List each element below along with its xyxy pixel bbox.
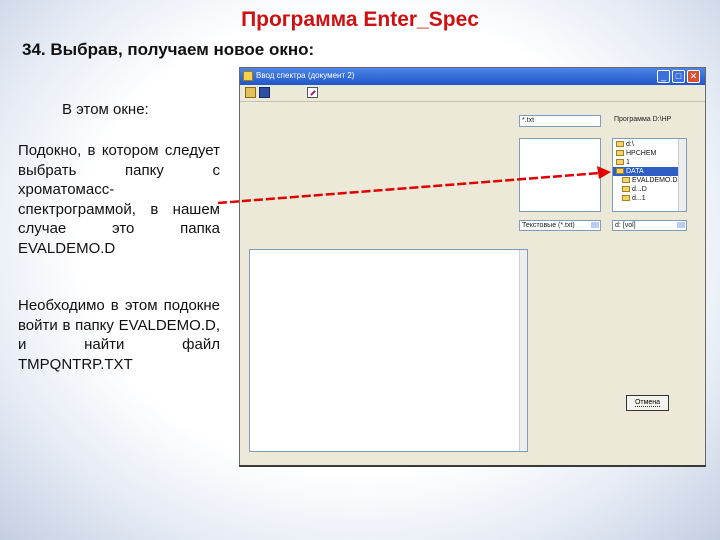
app-icon: [243, 71, 253, 81]
folder-item[interactable]: d:\: [616, 140, 634, 149]
folder-icon: [616, 141, 624, 148]
open-icon[interactable]: [245, 87, 256, 98]
window-titlebar[interactable]: Ввод спектра (документ 2) _ □ ✕: [240, 68, 705, 85]
save-icon[interactable]: [259, 87, 270, 98]
folder-item[interactable]: HPCHEM: [616, 149, 656, 158]
paragraph-instruction: Необходимо в этом подокне войти в папку …: [18, 297, 220, 373]
folder-icon: [616, 159, 624, 166]
app-window: Ввод спектра (документ 2) _ □ ✕ *.txt Пр…: [239, 67, 706, 467]
maximize-button[interactable]: □: [672, 70, 685, 83]
folder-open-icon: [616, 168, 624, 175]
minimize-button[interactable]: _: [657, 70, 670, 83]
cancel-button[interactable]: Отмена: [626, 395, 669, 411]
drive-select[interactable]: d: [vol]: [612, 220, 687, 231]
folder-item[interactable]: 1: [616, 158, 630, 167]
folder-item-selected[interactable]: DATA: [613, 167, 684, 176]
window-bottom-border: [239, 465, 706, 467]
folder-item[interactable]: d...1: [622, 194, 646, 203]
slide-title: Программа Enter_Spec: [241, 8, 479, 31]
spectrum-text-area[interactable]: [249, 249, 528, 452]
toolbar: [240, 85, 705, 102]
file-list[interactable]: [519, 138, 601, 212]
folder-tree[interactable]: d:\ HPCHEM 1 DATA EVALDEMO.D d...D d...1: [612, 138, 687, 212]
close-button[interactable]: ✕: [687, 70, 700, 83]
file-name-input[interactable]: *.txt: [519, 115, 601, 127]
paragraph-subwindow-description: Подокно, в котором следует выбрать папку…: [18, 142, 220, 257]
slide-subtitle: 34. Выбрав, получаем новое окно:: [22, 40, 315, 59]
folder-item-evaldemo[interactable]: EVALDEMO.D: [622, 176, 677, 185]
folder-icon: [616, 150, 624, 157]
lead-text: В этом окне:: [62, 101, 149, 118]
folder-icon: [622, 195, 630, 202]
folder-item[interactable]: d...D: [622, 185, 647, 194]
folder-icon: [622, 186, 630, 193]
folder-icon: [622, 177, 630, 184]
chevron-down-icon[interactable]: [591, 222, 599, 228]
text-area-scrollbar[interactable]: [519, 250, 527, 451]
edit-icon[interactable]: [307, 87, 318, 98]
file-type-select[interactable]: Текстовые (*.txt): [519, 220, 601, 231]
current-path-label: Программа D:\HP: [614, 116, 672, 123]
chevron-down-icon[interactable]: [677, 222, 685, 228]
window-title: Ввод спектра (документ 2): [256, 71, 355, 80]
folder-scrollbar[interactable]: [678, 139, 686, 211]
